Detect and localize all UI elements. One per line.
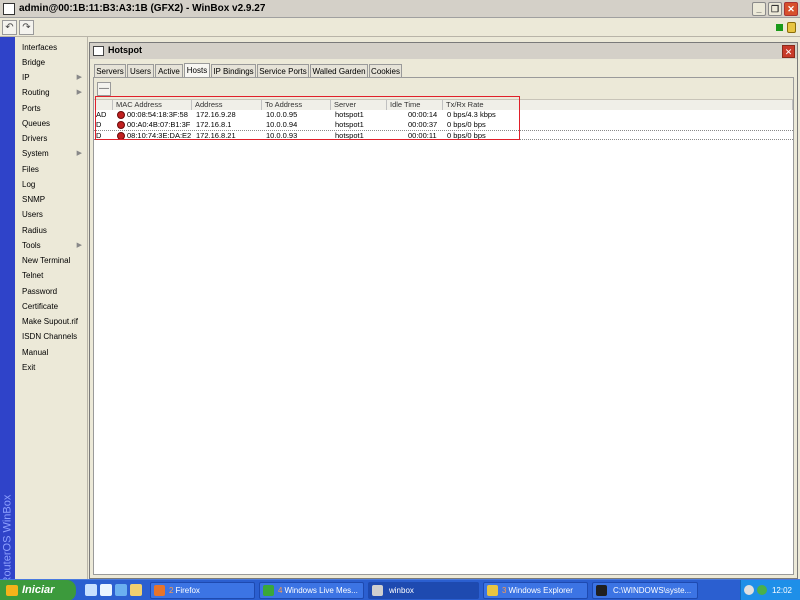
tab-hosts[interactable]: Hosts [184,63,210,78]
sidebar-item-ports[interactable]: Ports [15,101,88,116]
tab-users[interactable]: Users [127,64,154,78]
start-button[interactable]: Iniciar [0,580,76,600]
hotspot-title-bar: Hotspot ✕ [90,43,797,59]
firefox-icon [154,585,165,596]
tab-servers[interactable]: Servers [94,64,126,78]
sidebar-item-certificate[interactable]: Certificate [15,299,88,314]
hotspot-title: Hotspot [108,45,142,55]
sidebar-item-users[interactable]: Users [15,207,88,222]
close-button[interactable]: ✕ [784,2,798,16]
sidebar-item-files[interactable]: Files [15,162,88,177]
sidebar-item-bridge[interactable]: Bridge [15,55,88,70]
clock: 12:02 [771,586,792,595]
title-bar: admin@00:1B:11:B3:A3:1B (GFX2) - WinBox … [0,0,800,18]
tab-active[interactable]: Active [155,64,183,78]
quicklaunch-notepad-icon[interactable] [100,584,112,596]
connection-status-icon [776,24,783,31]
messenger-icon [263,585,274,596]
hosts-panel: — MAC Address Address To Address Server … [93,77,794,575]
minimize-button[interactable]: _ [752,2,766,16]
windows-flag-icon [6,585,18,596]
sidebar-item-password[interactable]: Password [15,284,88,299]
quicklaunch-desktop-icon[interactable] [85,584,97,596]
sidebar-menu: Interfaces Bridge IP ▶ Routing ▶ Ports Que… [15,37,88,579]
task-windows-explorer[interactable]: 3 Windows Explorer [483,582,588,599]
tab-service-ports[interactable]: Service Ports [257,64,309,78]
window-title: admin@00:1B:11:B3:A3:1B (GFX2) - WinBox … [19,3,266,14]
undo-button[interactable]: ↶ [2,20,17,35]
sidebar-item-manual[interactable]: Manual [15,345,88,360]
submenu-arrow-icon: ▶ [76,242,82,249]
brand-strip: RouterOS WinBox [0,37,15,585]
task-firefox[interactable]: 2 Firefox [150,582,255,599]
annotation-highlight-box [95,96,520,140]
tab-ip-bindings[interactable]: IP Bindings [211,64,256,78]
task-windows-live-messenger[interactable]: 4 Windows Live Mes... [259,582,364,599]
folder-icon [487,585,498,596]
submenu-arrow-icon: ▶ [76,89,82,96]
sidebar-item-interfaces[interactable]: Interfaces [15,40,88,55]
submenu-arrow-icon: ▶ [76,150,82,157]
sidebar-item-ip[interactable]: IP ▶ [15,70,88,85]
taskbar: Iniciar 2 Firefox 4 Windows Live Mes... wi… [0,579,800,600]
brand-label: RouterOS WinBox [1,494,14,585]
submenu-arrow-icon: ▶ [76,74,82,81]
tray-arrow-icon[interactable] [744,585,754,595]
task-winbox[interactable]: winbox [368,582,479,599]
quicklaunch-media-icon[interactable] [115,584,127,596]
restore-button[interactable]: ❐ [768,2,782,16]
sidebar-item-isdn-channels[interactable]: ISDN Channels [15,329,88,344]
sidebar-item-drivers[interactable]: Drivers [15,131,88,146]
hotspot-window: Hotspot ✕ Servers Users Active Hosts IP … [89,42,798,579]
console-icon [596,585,607,596]
remove-button[interactable]: — [97,82,111,96]
sidebar-item-system[interactable]: System ▶ [15,146,88,161]
quicklaunch-folder-icon[interactable] [130,584,142,596]
hotspot-close-button[interactable]: ✕ [782,45,795,58]
sidebar-item-routing[interactable]: Routing ▶ [15,85,88,100]
lock-icon [787,22,796,33]
sidebar-item-exit[interactable]: Exit [15,360,88,375]
sidebar-item-snmp[interactable]: SNMP [15,192,88,207]
redo-button[interactable]: ↷ [19,20,34,35]
app-icon [3,3,15,15]
sidebar-item-radius[interactable]: Radius [15,223,88,238]
sidebar-item-queues[interactable]: Queues [15,116,88,131]
main-toolbar: ↶ ↷ [0,18,800,37]
sidebar-item-log[interactable]: Log [15,177,88,192]
winbox-icon [372,585,383,596]
sidebar-item-new-terminal[interactable]: New Terminal [15,253,88,268]
sidebar-item-telnet[interactable]: Telnet [15,268,88,283]
task-command-prompt[interactable]: C:\WINDOWS\syste... [592,582,698,599]
window-icon [93,46,104,56]
tray-network-icon[interactable] [757,585,767,595]
sidebar-item-tools[interactable]: Tools ▶ [15,238,88,253]
tab-cookies[interactable]: Cookies [369,64,402,78]
sidebar-item-make-supout[interactable]: Make Supout.rif [15,314,88,329]
tab-walled-garden[interactable]: Walled Garden [310,64,368,78]
system-tray: 12:02 [740,580,800,600]
